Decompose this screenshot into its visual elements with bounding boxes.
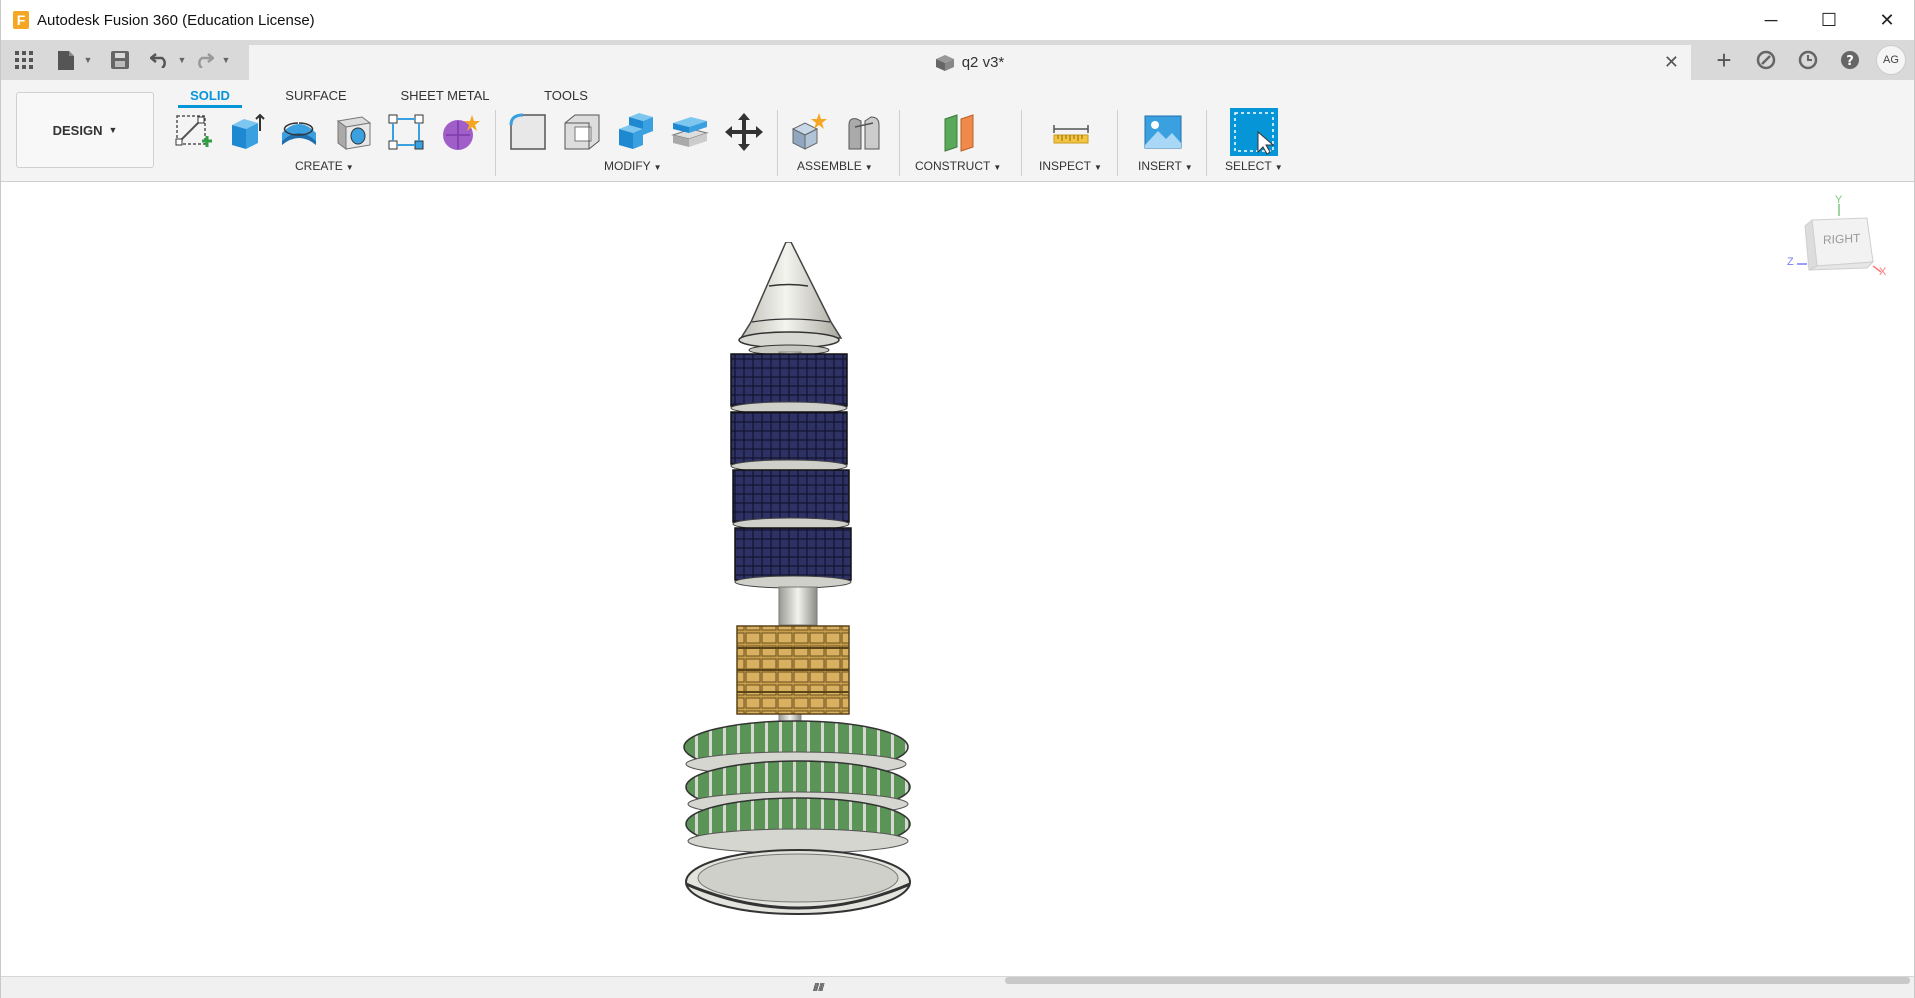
maximize-button[interactable]: ☐: [1800, 0, 1858, 40]
modify-menu[interactable]: MODIFY ▼: [604, 159, 662, 173]
component-cube-icon: [935, 54, 954, 71]
create-form-icon[interactable]: [437, 110, 481, 154]
create-menu[interactable]: CREATE ▼: [295, 159, 354, 173]
workspace-label: DESIGN: [52, 122, 103, 138]
inspect-menu[interactable]: INSPECT ▼: [1039, 159, 1102, 173]
close-window-button[interactable]: ✕: [1858, 0, 1914, 40]
model-render: [683, 242, 911, 915]
3d-viewport[interactable]: RIGHT Y Z X: [1, 182, 1914, 976]
window-controls: ─ ☐ ✕: [1742, 0, 1914, 40]
view-cube-icon: [1797, 204, 1882, 273]
file-menu-icon[interactable]: [53, 46, 79, 74]
measure-icon[interactable]: [1049, 110, 1093, 154]
fusion-logo-icon: F: [13, 11, 29, 29]
toolbar-separator: [1117, 110, 1118, 176]
select-caret-icon: ▼: [1274, 163, 1283, 172]
assemble-caret-icon: ▼: [864, 163, 873, 172]
combine-icon[interactable]: [614, 110, 658, 154]
offset-face-icon[interactable]: [668, 110, 712, 154]
data-panel-grid-icon[interactable]: [11, 46, 37, 74]
user-avatar[interactable]: AG: [1876, 45, 1906, 75]
timeline-bar: //// ////: [1, 976, 1914, 998]
gold-modules: [736, 625, 850, 715]
window-title: Autodesk Fusion 360 (Education License): [37, 11, 315, 29]
document-title: q2 v3*: [961, 54, 1005, 71]
new-component-icon[interactable]: [788, 110, 832, 154]
select-tool-icon[interactable]: [1230, 108, 1278, 156]
toolbar-separator: [777, 110, 778, 176]
green-discs: [683, 720, 911, 854]
undo-icon[interactable]: [147, 46, 173, 74]
nose-cone: [739, 242, 843, 339]
modify-group-label: MODIFY: [604, 159, 651, 173]
document-tab-close-icon[interactable]: ✕: [1664, 52, 1679, 73]
joint-icon[interactable]: [842, 110, 886, 154]
tab-tools[interactable]: TOOLS: [536, 84, 596, 108]
modify-caret-icon: ▼: [653, 163, 662, 172]
view-cube-face-label: RIGHT: [1823, 231, 1861, 247]
new-tab-plus-icon[interactable]: +: [1708, 44, 1740, 76]
solar-drums: [730, 353, 852, 589]
extrude-icon[interactable]: [223, 110, 267, 154]
tab-sheet-metal[interactable]: SHEET METAL: [399, 84, 491, 108]
create-sketch-icon[interactable]: [171, 110, 215, 154]
workspace-caret-icon: ▼: [108, 125, 118, 135]
construct-menu[interactable]: CONSTRUCT ▼: [915, 159, 1001, 173]
toolbar-separator: [495, 110, 496, 176]
construct-group-label: CONSTRUCT: [915, 159, 991, 173]
svg-text:?: ?: [1846, 54, 1854, 69]
insert-group-label: INSERT: [1138, 159, 1182, 173]
quick-access-right: + ? AG: [1708, 40, 1914, 80]
file-menu-caret-icon[interactable]: ▼: [83, 46, 93, 74]
construct-caret-icon: ▼: [993, 163, 1002, 172]
redo-icon[interactable]: [191, 46, 217, 74]
insert-menu[interactable]: INSERT ▼: [1138, 159, 1193, 173]
create-caret-icon: ▼: [345, 163, 354, 172]
quick-access-left: ▼ ▼ ▼: [1, 40, 249, 80]
pattern-icon[interactable]: [384, 110, 428, 154]
toolbar-separator: [1206, 110, 1207, 176]
inspect-group-label: INSPECT: [1039, 159, 1092, 173]
inspect-caret-icon: ▼: [1094, 163, 1102, 172]
insert-image-icon[interactable]: [1141, 110, 1185, 154]
title-bar: F Autodesk Fusion 360 (Education License…: [1, 0, 1914, 40]
shell-icon[interactable]: [560, 110, 604, 154]
create-group-label: CREATE: [295, 159, 343, 173]
assemble-group-label: ASSEMBLE: [797, 159, 862, 173]
revolve-icon[interactable]: [277, 110, 321, 154]
offset-plane-icon[interactable]: [938, 110, 982, 154]
toolbar-separator: [1021, 110, 1022, 176]
tab-solid[interactable]: SOLID: [178, 84, 242, 108]
help-icon[interactable]: ?: [1834, 44, 1866, 76]
quick-access-bar: ▼ ▼ ▼ q2 v3* ✕ + ? AG: [1, 40, 1914, 80]
view-cube[interactable]: RIGHT Y Z X: [1787, 194, 1887, 292]
axis-y-label: Y: [1835, 194, 1843, 206]
assemble-menu[interactable]: ASSEMBLE ▼: [797, 159, 873, 173]
select-group-label: SELECT: [1225, 159, 1272, 173]
save-icon[interactable]: [107, 46, 133, 74]
ribbon-toolbar: DESIGN ▼ SOLID SURFACE SHEET METAL TOOLS…: [1, 80, 1914, 182]
workspace-switcher[interactable]: DESIGN ▼: [16, 92, 154, 168]
job-status-clock-icon[interactable]: [1792, 44, 1824, 76]
hole-icon[interactable]: [331, 110, 375, 154]
press-pull-icon[interactable]: [506, 110, 550, 154]
extensions-icon[interactable]: [1750, 44, 1782, 76]
minimize-button[interactable]: ─: [1742, 0, 1800, 40]
fusion-window: F Autodesk Fusion 360 (Education License…: [0, 0, 1915, 998]
redo-caret-icon[interactable]: ▼: [221, 46, 231, 74]
toolbar-separator: [899, 110, 900, 176]
undo-caret-icon[interactable]: ▼: [177, 46, 187, 74]
timeline-grip-icon[interactable]: //// ////: [813, 982, 824, 994]
axis-z-label: Z: [1787, 256, 1794, 268]
insert-caret-icon: ▼: [1184, 163, 1193, 172]
move-copy-icon[interactable]: [722, 110, 766, 154]
axis-x-label: X: [1879, 266, 1887, 278]
tab-surface[interactable]: SURFACE: [281, 84, 351, 108]
select-menu[interactable]: SELECT ▼: [1225, 159, 1283, 173]
horizontal-scrollbar[interactable]: [1005, 977, 1910, 984]
document-tab[interactable]: q2 v3* ✕: [249, 45, 1691, 80]
